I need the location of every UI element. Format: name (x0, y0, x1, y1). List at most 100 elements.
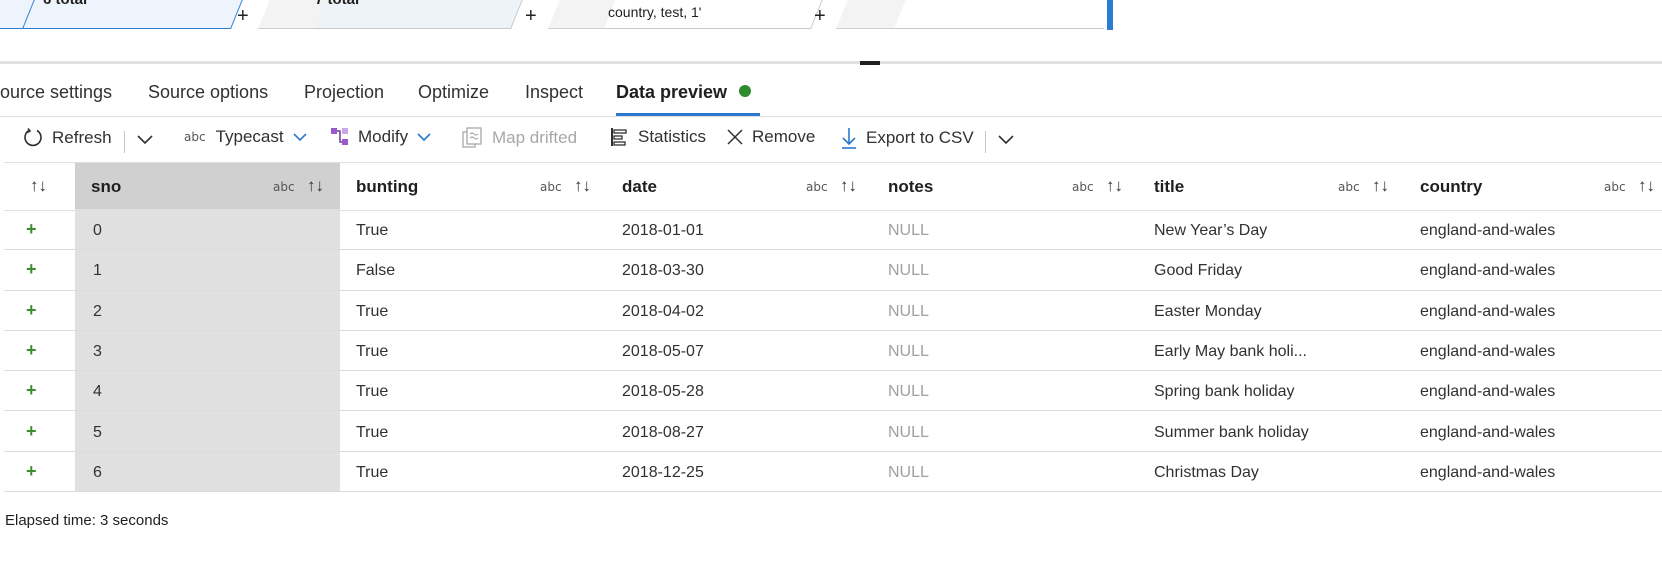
cell-sno: 1 (93, 262, 102, 280)
table-row[interactable]: + 2 True 2018-04-02 NULL Easter Monday e… (4, 291, 1662, 331)
grid-header: ↑↓ sno abc ↑↓ bunting abc ↑↓ date abc ↑↓… (4, 162, 1662, 211)
cell-title: Christmas Day (1154, 463, 1259, 481)
type-icon: abc (1072, 180, 1094, 194)
cell-title: Easter Monday (1154, 302, 1262, 320)
refresh-button[interactable]: Refresh (22, 127, 112, 149)
cell-country: england-and-wales (1420, 262, 1556, 280)
cell-bunting: False (356, 262, 396, 280)
pipeline-node-4[interactable] (836, 0, 1119, 29)
cell-title: Summer bank holiday (1154, 423, 1309, 441)
tab-projection[interactable]: Projection (304, 82, 384, 103)
cell-notes: NULL (888, 342, 929, 360)
tab-label: Data preview (616, 82, 728, 102)
preview-toolbar: Refresh abc Typecast Modify Map drifted … (0, 117, 1662, 161)
cell-date: 2018-08-27 (622, 423, 704, 441)
column-name: sno (91, 177, 122, 196)
export-csv-button[interactable]: Export to CSV (840, 127, 974, 149)
chevron-down-icon (292, 127, 308, 147)
refresh-icon (22, 127, 44, 149)
sort-icon[interactable]: ↑↓ (574, 176, 591, 196)
add-transform-button[interactable]: + (525, 6, 537, 26)
cell-date: 2018-01-01 (622, 222, 704, 239)
sort-icon[interactable]: ↑↓ (1106, 176, 1123, 196)
cell-sno: 2 (93, 302, 102, 320)
table-row[interactable]: + 5 True 2018-08-27 NULL Summer bank hol… (4, 412, 1662, 452)
column-header-sno[interactable]: sno abc ↑↓ (75, 163, 340, 210)
refresh-dropdown-button[interactable] (136, 130, 154, 150)
column-name: country (1420, 177, 1483, 196)
remove-label: Remove (752, 127, 816, 146)
sort-icon[interactable]: ↑↓ (1372, 176, 1389, 196)
row-sort-header[interactable]: ↑↓ (30, 163, 70, 210)
tab-data-preview[interactable]: Data preview (616, 82, 752, 103)
statistics-button[interactable]: Statistics (610, 127, 706, 147)
row-insert-icon: + (26, 259, 37, 280)
type-icon: abc (273, 180, 295, 194)
cell-country: england-and-wales (1420, 383, 1556, 401)
cell-bunting: True (356, 222, 389, 239)
chevron-down-icon (416, 127, 432, 147)
cell-country: england-and-wales (1420, 463, 1556, 481)
sort-icon[interactable]: ↑↓ (1638, 176, 1655, 196)
node-body (894, 0, 1119, 29)
chevron-down-icon (997, 130, 1015, 150)
column-name: bunting (356, 177, 419, 196)
cell-sno: 0 (93, 222, 102, 239)
statistics-label: Statistics (638, 127, 707, 146)
status-dot-icon (739, 85, 752, 97)
tab-optimize[interactable]: Optimize (418, 82, 489, 103)
elapsed-time: Elapsed time: 3 seconds (5, 512, 169, 529)
cell-notes: NULL (888, 302, 929, 320)
map-drifted-icon (462, 127, 484, 149)
sort-icon[interactable]: ↑↓ (307, 176, 324, 196)
cell-sno: 5 (93, 423, 102, 441)
statistics-icon (610, 127, 630, 147)
pipeline-node-2[interactable]: 7 total (258, 0, 526, 29)
cell-date: 2018-12-25 (622, 463, 704, 481)
cell-bunting: True (356, 463, 389, 481)
node-label: 7 total (315, 0, 359, 8)
cell-sno: 6 (93, 463, 102, 481)
add-transform-button[interactable]: + (814, 6, 826, 26)
column-header-date[interactable]: date abc ↑↓ (606, 163, 872, 210)
column-name: date (622, 177, 657, 196)
add-transform-button[interactable]: + (237, 6, 249, 26)
table-row[interactable]: + 4 True 2018-05-28 NULL Spring bank hol… (4, 371, 1662, 412)
cell-bunting: True (356, 423, 389, 441)
modify-button[interactable]: Modify (330, 127, 432, 147)
map-drifted-label: Map drifted (492, 128, 578, 147)
typecast-button[interactable]: abc Typecast (184, 127, 308, 147)
column-header-notes[interactable]: notes abc ↑↓ (872, 163, 1138, 210)
sort-icon[interactable]: ↑↓ (30, 176, 47, 196)
column-header-bunting[interactable]: bunting abc ↑↓ (340, 163, 606, 210)
table-row[interactable]: + 1 False 2018-03-30 NULL Good Friday en… (4, 250, 1662, 291)
tab-source-settings[interactable]: ource settings (0, 82, 112, 103)
table-row[interactable]: + 6 True 2018-12-25 NULL Christmas Day e… (4, 452, 1662, 493)
column-header-country[interactable]: country abc ↑↓ (1404, 163, 1662, 210)
cell-country: england-and-wales (1420, 423, 1556, 441)
tab-inspect[interactable]: Inspect (525, 82, 583, 103)
column-header-title[interactable]: title abc ↑↓ (1138, 163, 1404, 210)
resize-handle[interactable] (860, 61, 880, 65)
remove-button[interactable]: Remove (726, 127, 815, 147)
map-drifted-button[interactable]: Map drifted (462, 127, 577, 149)
table-row[interactable]: + 3 True 2018-05-07 NULL Early May bank … (4, 331, 1662, 372)
cell-notes: NULL (888, 383, 929, 401)
cell-bunting: True (356, 302, 389, 320)
column-name: title (1154, 177, 1185, 196)
export-dropdown-button[interactable] (997, 130, 1015, 150)
cell-notes: NULL (888, 222, 929, 239)
pipeline-node-1[interactable]: 6 total (0, 0, 246, 29)
cell-title: Early May bank holi... (1154, 342, 1307, 360)
node-label: 6 total (43, 0, 87, 8)
cell-date: 2018-03-30 (622, 262, 704, 280)
refresh-label: Refresh (52, 128, 112, 147)
cell-notes: NULL (888, 463, 929, 481)
type-icon: abc (1338, 180, 1360, 194)
tab-source-options[interactable]: Source options (148, 82, 268, 103)
pipeline-node-3[interactable]: country, test, 1' (548, 0, 826, 29)
active-tab-indicator (616, 113, 760, 116)
table-row[interactable]: + 0 True 2018-01-01 NULL New Year’s Day … (4, 210, 1662, 251)
sort-icon[interactable]: ↑↓ (840, 176, 857, 196)
type-icon: abc (540, 180, 562, 194)
